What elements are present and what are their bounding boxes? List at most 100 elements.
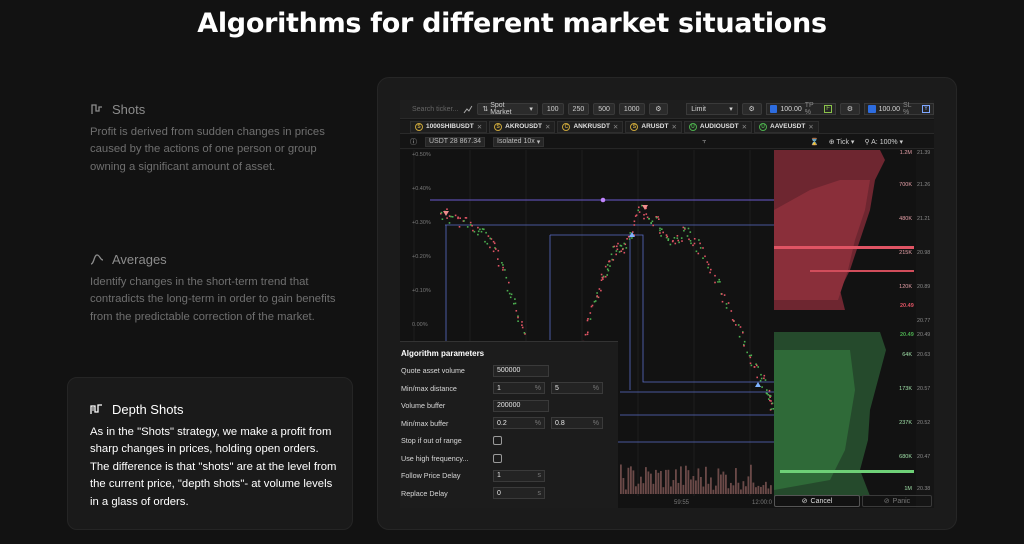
qty-button[interactable]: 250 bbox=[567, 103, 590, 115]
settings-icon[interactable]: ⚙ bbox=[839, 103, 860, 115]
ticker-tabs: S 1000SHIBUSDT ✕ S AKROUSDT ✕ C ANKRUSDT ✕ S AR… bbox=[400, 120, 934, 134]
chart-type-icon[interactable] bbox=[463, 104, 473, 114]
align-icon[interactable]: ⫟ bbox=[702, 138, 706, 146]
trade-dot bbox=[721, 293, 723, 295]
parameter-label: Volume buffer bbox=[401, 401, 446, 411]
trade-dot bbox=[483, 228, 485, 231]
order-type-select[interactable]: Limit ▾ bbox=[686, 103, 738, 115]
zoom-select[interactable]: ⚲ A: 100% ▾ bbox=[864, 138, 903, 146]
parameter-label: Min/max buffer bbox=[401, 418, 449, 428]
book-price-label: 20.98 bbox=[917, 250, 930, 256]
bid-level-bar bbox=[780, 470, 914, 473]
volume-bar bbox=[710, 477, 712, 494]
trade-dot bbox=[717, 281, 719, 283]
close-icon[interactable]: ✕ bbox=[742, 123, 747, 131]
trade-dot bbox=[495, 248, 497, 250]
volume-bar bbox=[755, 487, 757, 494]
trade-dot bbox=[772, 408, 774, 410]
parameter-input[interactable]: 500000 bbox=[493, 364, 549, 377]
feature-title: Averages bbox=[112, 251, 167, 267]
parameter-input[interactable]: 200000 bbox=[493, 399, 549, 412]
parameter-input[interactable]: 0.8% bbox=[551, 417, 603, 430]
swap-icon: ⇅ bbox=[482, 106, 491, 113]
cancel-button[interactable]: ⊘ Cancel bbox=[774, 495, 860, 507]
parameter-checkbox[interactable] bbox=[493, 453, 502, 463]
trade-dot bbox=[492, 250, 495, 253]
trade-dot bbox=[448, 222, 451, 224]
feature-averages[interactable]: Averages Identify changes in the short-t… bbox=[90, 250, 340, 326]
trade-dot bbox=[587, 331, 589, 334]
volume-bar bbox=[685, 465, 687, 494]
trade-dot bbox=[645, 213, 648, 215]
parameter-input[interactable]: 1% bbox=[493, 382, 545, 395]
parameter-input[interactable]: 1s bbox=[493, 469, 545, 482]
tp-checkbox[interactable] bbox=[769, 105, 778, 113]
trade-dot bbox=[766, 389, 768, 391]
coin-icon: C bbox=[562, 122, 571, 131]
feature-shots[interactable]: Shots Profit is derived from sudden chan… bbox=[90, 100, 340, 176]
ticker-tab[interactable]: C ANKRUSDT ✕ bbox=[557, 120, 624, 133]
cancel-icon: ⊘ bbox=[801, 498, 808, 505]
ticker-tab[interactable]: S 1000SHIBUSDT ✕ bbox=[410, 120, 488, 133]
close-icon[interactable]: ✕ bbox=[808, 123, 813, 131]
parameter-input[interactable]: 0s bbox=[493, 487, 545, 500]
tick-select[interactable]: ⊕ Tick ▾ bbox=[829, 138, 855, 146]
trade-dot bbox=[616, 245, 618, 248]
margin-select[interactable]: Isolated 10x ▾ bbox=[493, 136, 545, 147]
trade-dot bbox=[638, 206, 640, 209]
feature-depth-shots[interactable]: Depth Shots As in the "Shots" strategy, … bbox=[90, 400, 340, 511]
view-controls: ⌛ ⊕ Tick ▾ ⚲ A: 100% ▾ bbox=[810, 135, 903, 149]
ticker-tab[interactable]: S ARUSDT ✕ bbox=[625, 120, 682, 133]
book-volume-label: 700K bbox=[899, 182, 912, 188]
qty-button[interactable]: 100 bbox=[541, 103, 564, 115]
info-icon[interactable]: ⓘ bbox=[410, 137, 417, 147]
trade-dot bbox=[589, 318, 592, 320]
trade-dot bbox=[608, 260, 611, 262]
trade-dot bbox=[666, 235, 669, 238]
trade-dot bbox=[730, 310, 733, 312]
volume-bar bbox=[682, 484, 685, 494]
book-price-label: 20.77 bbox=[917, 318, 930, 324]
close-icon[interactable]: ✕ bbox=[671, 123, 676, 131]
close-icon[interactable]: ✕ bbox=[477, 123, 482, 131]
volume-bar bbox=[697, 468, 700, 494]
trade-dot bbox=[680, 237, 683, 239]
trade-dot bbox=[739, 326, 742, 328]
volume-bar bbox=[742, 481, 745, 494]
sl-checkbox[interactable] bbox=[867, 105, 876, 113]
qty-button[interactable]: 1000 bbox=[618, 103, 645, 115]
parameter-checkbox[interactable] bbox=[493, 436, 502, 446]
settings-icon[interactable]: ⚙ bbox=[648, 103, 669, 115]
parameter-input[interactable]: 5% bbox=[551, 382, 603, 395]
parameter-input[interactable]: 0.2% bbox=[493, 417, 545, 430]
close-icon[interactable]: ✕ bbox=[545, 123, 550, 131]
close-icon[interactable]: ✕ bbox=[613, 123, 618, 131]
take-profit-field[interactable]: 100.00 TP % F bbox=[765, 102, 836, 116]
trade-dot bbox=[486, 242, 489, 245]
percent-label: +0.20% bbox=[412, 254, 431, 260]
trade-dot bbox=[710, 268, 712, 271]
trade-dot bbox=[659, 227, 661, 230]
trade-dot bbox=[748, 354, 751, 357]
ticker-tab[interactable]: U AAVEUSDT ✕ bbox=[754, 120, 819, 133]
settings-icon[interactable]: ⚙ bbox=[741, 103, 762, 115]
ticker-tab[interactable]: S AKROUSDT ✕ bbox=[489, 120, 556, 133]
hourglass-icon[interactable]: ⌛ bbox=[810, 138, 819, 146]
trade-dot bbox=[501, 262, 503, 264]
trade-dot bbox=[709, 271, 711, 274]
ticker-tab[interactable]: U AUDIOUSDT ✕ bbox=[683, 120, 753, 133]
averages-icon bbox=[90, 254, 104, 265]
trade-dot bbox=[628, 238, 631, 240]
market-select[interactable]: ⇅ Spot Market ▾ bbox=[477, 102, 538, 116]
trade-dot bbox=[658, 218, 660, 220]
qty-button[interactable]: 500 bbox=[593, 103, 615, 115]
trade-dot bbox=[521, 321, 523, 323]
trade-dot bbox=[756, 364, 758, 367]
trade-dot bbox=[718, 278, 720, 281]
ticker-search[interactable]: Search ticker... bbox=[404, 103, 459, 116]
trade-dot bbox=[667, 239, 669, 241]
volume-bar bbox=[625, 489, 627, 494]
trade-dot bbox=[633, 224, 636, 226]
panic-button[interactable]: ⊘ Panic bbox=[862, 495, 932, 507]
stop-loss-field[interactable]: 100.00 SL % Y bbox=[863, 102, 934, 116]
